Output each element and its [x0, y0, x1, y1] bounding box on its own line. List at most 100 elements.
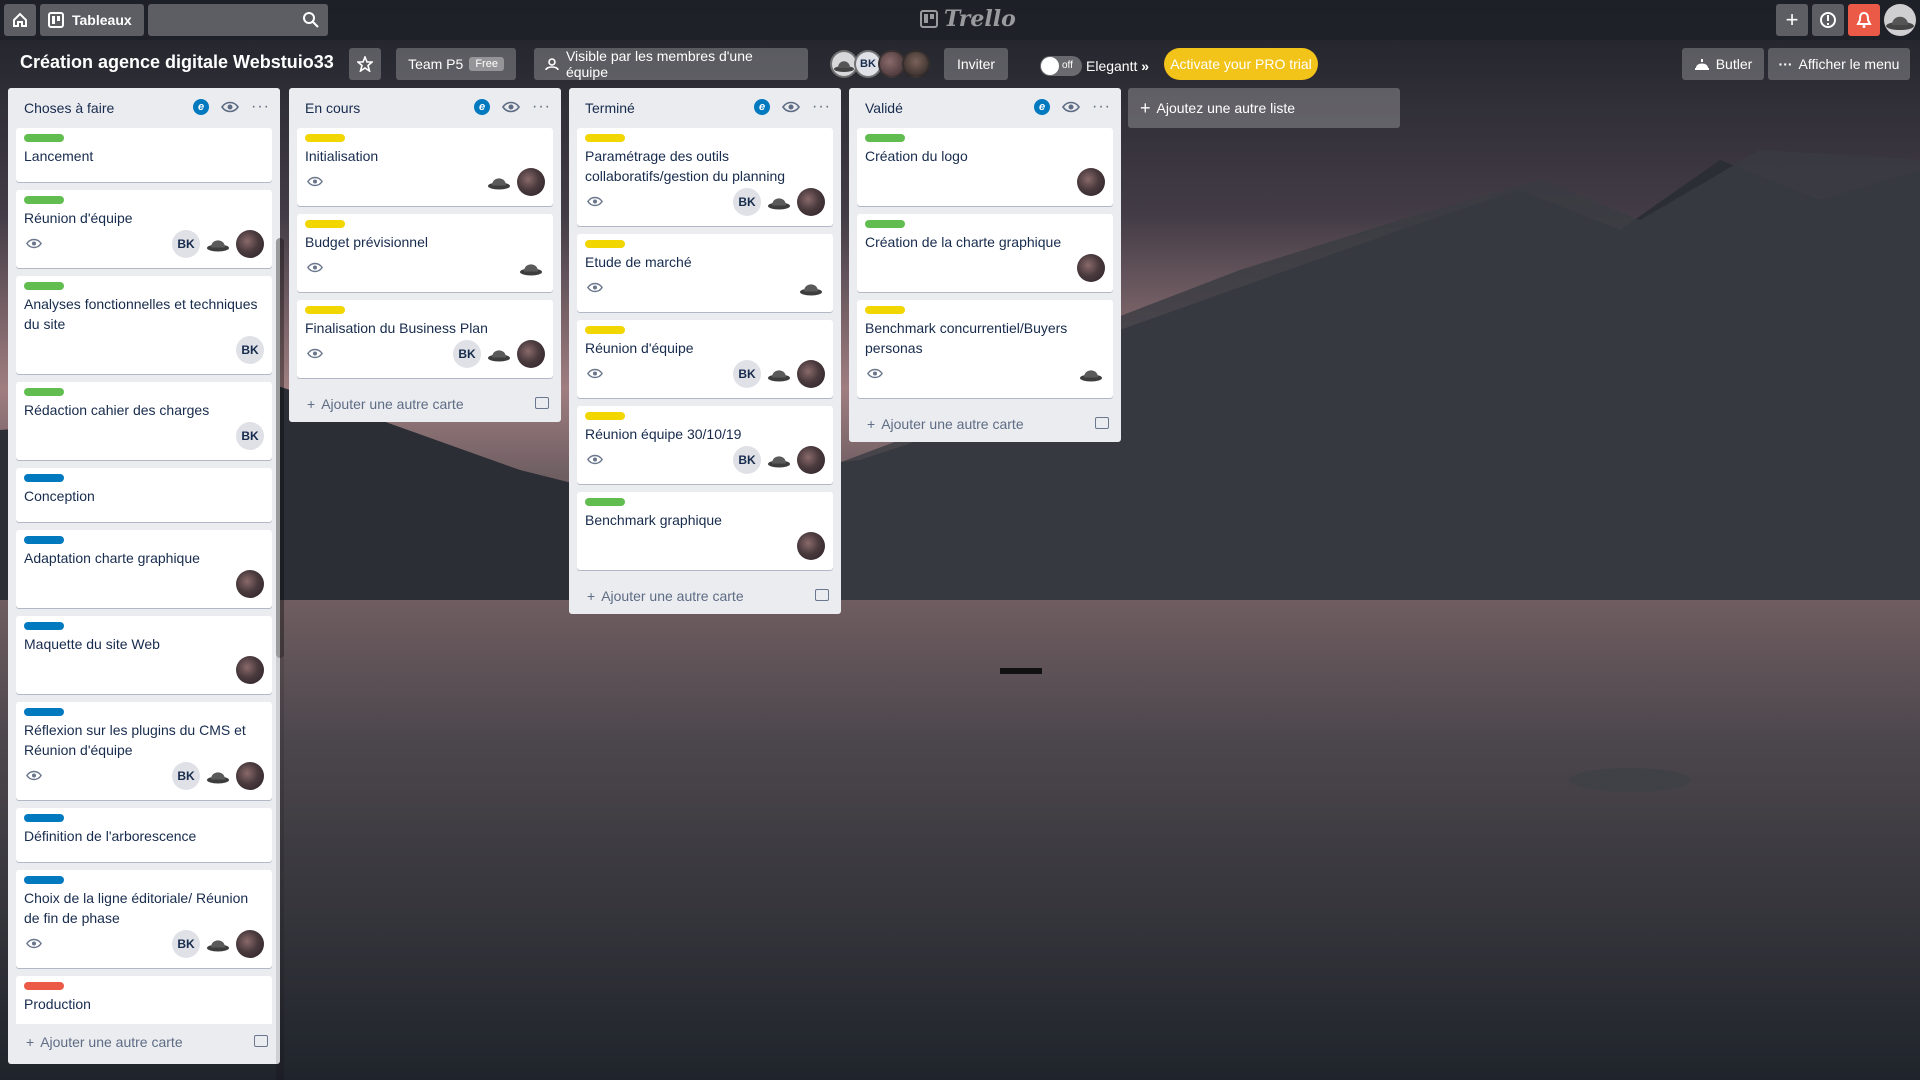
member-avatar-hat[interactable] [797, 274, 825, 302]
list-header[interactable]: Validé e ··· [849, 88, 1121, 128]
card-template-icon[interactable] [535, 397, 549, 409]
card-label-green[interactable] [585, 498, 625, 506]
list-scrollbar[interactable] [276, 238, 284, 1080]
member-avatar-photo[interactable] [236, 230, 264, 258]
card[interactable]: Choix de la ligne éditoriale/ Réunion de… [16, 870, 272, 968]
card-label-blue[interactable] [24, 708, 64, 716]
team-button[interactable]: Team P5 Free [396, 48, 516, 80]
card-label-green[interactable] [865, 134, 905, 142]
card[interactable]: Réunion d'équipe BK [16, 190, 272, 268]
member-avatar-photo[interactable] [902, 50, 930, 78]
card-template-icon[interactable] [254, 1035, 268, 1047]
list-menu-icon[interactable]: ··· [1092, 98, 1111, 116]
eye-icon[interactable] [221, 101, 239, 113]
card[interactable]: Rédaction cahier des charges BK [16, 382, 272, 460]
member-avatar-photo[interactable] [797, 532, 825, 560]
member-avatar-photo[interactable] [797, 446, 825, 474]
member-avatar-bk[interactable]: BK [236, 336, 264, 364]
member-avatar-photo[interactable] [236, 762, 264, 790]
search-input[interactable] [148, 4, 328, 36]
search-icon[interactable] [302, 11, 320, 29]
butler-button[interactable]: Butler [1682, 48, 1764, 80]
scrollbar-thumb[interactable] [276, 238, 284, 658]
card[interactable]: Budget prévisionnel [297, 214, 553, 292]
card[interactable]: Conception [16, 468, 272, 522]
list-title[interactable]: Choses à faire [24, 100, 114, 116]
member-avatar-bk[interactable]: BK [733, 446, 761, 474]
card-label-blue[interactable] [24, 622, 64, 630]
trello-logo[interactable]: Trello [920, 6, 1016, 32]
member-avatar-bk[interactable]: BK [172, 230, 200, 258]
card-label-yellow[interactable] [585, 326, 625, 334]
list-menu-icon[interactable]: ··· [812, 98, 831, 116]
card[interactable]: Création de la charte graphique [857, 214, 1113, 292]
elegantt-button[interactable]: Elegantt » [1086, 58, 1149, 74]
card[interactable]: Etude de marché [577, 234, 833, 312]
member-avatar-photo[interactable] [236, 930, 264, 958]
list-title[interactable]: En cours [305, 100, 360, 116]
card-template-icon[interactable] [1095, 417, 1109, 429]
list-title[interactable]: Validé [865, 100, 903, 116]
member-avatar-photo[interactable] [1077, 168, 1105, 196]
card-label-yellow[interactable] [585, 134, 625, 142]
eye-icon[interactable] [502, 101, 520, 113]
boards-button[interactable]: Tableaux [40, 4, 144, 36]
member-avatar-photo[interactable] [797, 360, 825, 388]
card[interactable]: Finalisation du Business Plan BK [297, 300, 553, 378]
card[interactable]: Benchmark concurrentiel/Buyers personas [857, 300, 1113, 398]
card-label-yellow[interactable] [585, 412, 625, 420]
add-card-button[interactable]: + Ajouter une autre carte [849, 406, 1121, 442]
member-avatar-bk[interactable]: BK [733, 360, 761, 388]
member-avatar-photo[interactable] [236, 570, 264, 598]
card-label-yellow[interactable] [305, 134, 345, 142]
card[interactable]: Initialisation [297, 128, 553, 206]
member-avatar-bk[interactable]: BK [733, 188, 761, 216]
member-avatar-hat[interactable] [485, 168, 513, 196]
card-label-yellow[interactable] [305, 306, 345, 314]
card[interactable]: Production [16, 976, 272, 1024]
member-avatar-hat[interactable] [204, 762, 232, 790]
member-avatar-photo[interactable] [236, 656, 264, 684]
member-avatar-bk[interactable]: BK [453, 340, 481, 368]
card-label-blue[interactable] [24, 814, 64, 822]
info-button[interactable] [1812, 4, 1844, 36]
member-avatar-photo[interactable] [517, 340, 545, 368]
card-label-green[interactable] [865, 220, 905, 228]
user-avatar[interactable] [1884, 4, 1916, 36]
member-avatar-hat[interactable] [765, 446, 793, 474]
notifications-button[interactable] [1848, 4, 1880, 36]
member-avatar-bk[interactable]: BK [172, 762, 200, 790]
pro-trial-button[interactable]: Activate your PRO trial [1164, 48, 1318, 80]
list-header[interactable]: Choses à faire e ··· [8, 88, 280, 128]
card-label-green[interactable] [24, 134, 64, 142]
member-avatar-bk[interactable]: BK [236, 422, 264, 450]
member-avatar-bk[interactable]: BK [172, 930, 200, 958]
add-list-button[interactable]: + Ajoutez une autre liste [1128, 88, 1400, 128]
card[interactable]: Réunion équipe 30/10/19 BK [577, 406, 833, 484]
card-label-blue[interactable] [24, 474, 64, 482]
card-label-yellow[interactable] [865, 306, 905, 314]
card[interactable]: Création du logo [857, 128, 1113, 206]
card[interactable]: Définition de l'arborescence [16, 808, 272, 862]
list-header[interactable]: Terminé e ··· [569, 88, 841, 128]
member-avatar-hat[interactable] [1077, 360, 1105, 388]
member-avatar-hat[interactable] [765, 188, 793, 216]
elegantt-icon[interactable]: e [1034, 99, 1051, 115]
card-label-green[interactable] [24, 282, 64, 290]
card[interactable]: Maquette du site Web [16, 616, 272, 694]
create-button[interactable]: + [1776, 4, 1808, 36]
card-label-yellow[interactable] [305, 220, 345, 228]
card[interactable]: Analyses fonctionnelles et techniques du… [16, 276, 272, 374]
elegantt-toggle[interactable]: off [1040, 56, 1082, 76]
member-avatar-hat[interactable] [204, 930, 232, 958]
card-template-icon[interactable] [815, 589, 829, 601]
card-label-red[interactable] [24, 982, 64, 990]
member-avatar-photo[interactable] [1077, 254, 1105, 282]
card[interactable]: Adaptation charte graphique [16, 530, 272, 608]
list-menu-icon[interactable]: ··· [532, 98, 551, 116]
eye-icon[interactable] [782, 101, 800, 113]
member-avatar-hat[interactable] [204, 230, 232, 258]
elegantt-icon[interactable]: e [193, 99, 210, 115]
card[interactable]: Réflexion sur les plugins du CMS et Réun… [16, 702, 272, 800]
list-menu-icon[interactable]: ··· [251, 98, 270, 116]
